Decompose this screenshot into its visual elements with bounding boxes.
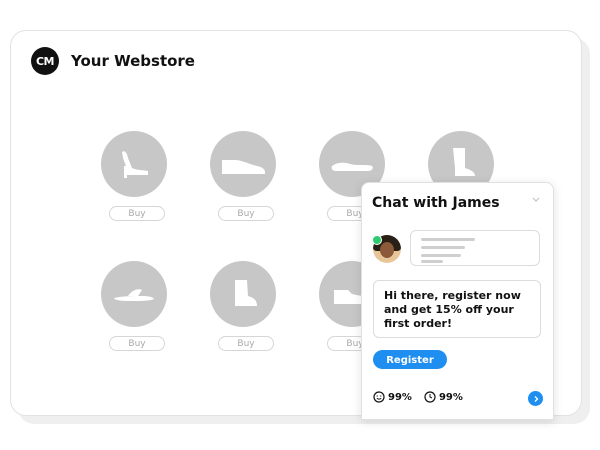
online-status-dot — [372, 235, 382, 245]
buy-button[interactable]: Buy — [109, 336, 165, 351]
response-stat: 99% — [424, 391, 463, 403]
buy-button[interactable]: Buy — [109, 206, 165, 221]
chat-title: Chat with James — [372, 195, 500, 211]
loafer-shoe-icon — [222, 160, 265, 174]
product-card: Buy — [210, 131, 278, 221]
product-image[interactable] — [210, 261, 276, 327]
chevron-right-icon — [534, 395, 538, 402]
product-image[interactable] — [210, 131, 276, 197]
cm-logo: CM — [31, 47, 59, 75]
flat-shoe-icon — [331, 162, 373, 171]
satisfaction-value: 99% — [388, 391, 412, 403]
chevron-down-icon[interactable] — [531, 195, 541, 205]
response-value: 99% — [438, 391, 463, 403]
store-title: Your Webstore — [71, 52, 195, 70]
chat-widget: Chat with James Hi there, register now a… — [361, 182, 554, 420]
buy-button[interactable]: Buy — [218, 206, 274, 221]
brand: CM Your Webstore — [31, 47, 195, 75]
ankle-boot-icon — [235, 280, 257, 306]
product-card: Buy — [101, 261, 169, 351]
register-button[interactable]: Register — [373, 350, 447, 369]
smiley-icon — [373, 391, 385, 403]
product-image[interactable] — [101, 131, 167, 197]
product-card: Buy — [210, 261, 278, 351]
chat-message: Hi there, register now and get 15% off y… — [373, 280, 541, 338]
satisfaction-stat: 99% — [373, 391, 412, 403]
boot-icon — [453, 148, 475, 176]
buy-button[interactable]: Buy — [218, 336, 274, 351]
product-image[interactable] — [101, 261, 167, 327]
next-arrow-button[interactable] — [528, 391, 543, 406]
chat-stats: 99% 99% — [373, 391, 463, 403]
typing-placeholder-bubble — [410, 230, 540, 266]
sandal-icon — [114, 289, 154, 301]
product-card: Buy — [101, 131, 169, 221]
heel-shoe-icon — [122, 151, 148, 178]
clock-icon — [424, 391, 436, 403]
